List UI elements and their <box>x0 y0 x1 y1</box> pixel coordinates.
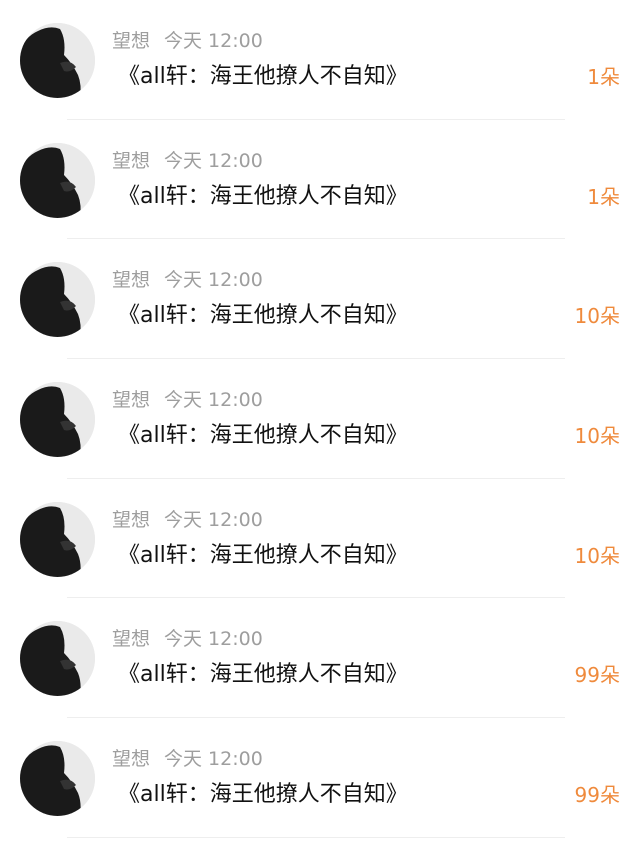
flower-count: 99朵 <box>574 663 620 688</box>
message-meta: 望想 今天 12:00 <box>112 508 263 532</box>
avatar[interactable] <box>20 621 95 697</box>
sender-name[interactable]: 望想 <box>112 389 150 411</box>
message-text: 《all轩：海王他撩人不自知》 <box>118 423 408 449</box>
message-time: 今天 12:00 <box>164 748 263 771</box>
flower-count: 99朵 <box>574 783 620 808</box>
avatar[interactable] <box>20 142 95 218</box>
message-text: 《all轩：海王他撩人不自知》 <box>118 64 408 89</box>
flower-count: 1朵 <box>587 184 620 209</box>
dark-silhouette-avatar-icon <box>20 142 95 218</box>
message-text: 《all轩：海王他撩人不自知》 <box>118 303 408 329</box>
message-meta: 望想 今天 12:00 <box>112 268 263 292</box>
message-item[interactable]: 望想 今天 12:00 《all轩：海王他撩人不自知》 99朵 <box>0 718 640 838</box>
avatar[interactable] <box>20 23 95 98</box>
sender-name[interactable]: 望想 <box>112 30 150 52</box>
message-text: 《all轩：海王他撩人不自知》 <box>118 542 408 568</box>
dark-silhouette-avatar-icon <box>20 621 95 697</box>
message-item[interactable]: 望想 今天 12:00 《all轩：海王他撩人不自知》 1朵 <box>0 0 640 120</box>
message-item[interactable]: 望想 今天 12:00 《all轩：海王他撩人不自知》 10朵 <box>0 359 640 479</box>
message-text: 《all轩：海王他撩人不自知》 <box>118 183 408 209</box>
avatar[interactable] <box>20 262 95 338</box>
flower-count: 10朵 <box>574 424 620 449</box>
flower-count: 10朵 <box>574 543 620 568</box>
message-meta: 望想 今天 12:00 <box>112 627 263 651</box>
sender-name[interactable]: 望想 <box>112 269 150 291</box>
message-meta: 望想 今天 12:00 <box>112 29 263 53</box>
message-text: 《all轩：海王他撩人不自知》 <box>118 662 408 688</box>
message-time: 今天 12:00 <box>164 149 263 172</box>
avatar[interactable] <box>20 741 95 817</box>
message-time: 今天 12:00 <box>164 628 263 651</box>
message-item[interactable]: 望想 今天 12:00 《all轩：海王他撩人不自知》 10朵 <box>0 239 640 360</box>
message-time: 今天 12:00 <box>164 30 263 52</box>
flower-count: 1朵 <box>587 65 620 89</box>
dark-silhouette-avatar-icon <box>20 262 95 338</box>
sender-name[interactable]: 望想 <box>112 748 150 770</box>
sender-name[interactable]: 望想 <box>112 509 150 531</box>
avatar[interactable] <box>20 501 95 577</box>
dark-silhouette-avatar-icon <box>20 382 95 458</box>
message-time: 今天 12:00 <box>164 508 263 531</box>
sender-name[interactable]: 望想 <box>112 150 150 172</box>
message-meta: 望想 今天 12:00 <box>112 388 263 412</box>
avatar[interactable] <box>20 382 95 458</box>
flower-count: 10朵 <box>574 304 620 329</box>
message-time: 今天 12:00 <box>164 389 263 412</box>
dark-silhouette-avatar-icon <box>20 23 95 98</box>
dark-silhouette-avatar-icon <box>20 501 95 577</box>
divider <box>67 836 565 838</box>
message-item[interactable]: 望想 今天 12:00 《all轩：海王他撩人不自知》 1朵 <box>0 120 640 240</box>
message-time: 今天 12:00 <box>164 269 263 292</box>
message-meta: 望想 今天 12:00 <box>112 747 263 771</box>
message-item[interactable]: 望想 今天 12:00 《all轩：海王他撩人不自知》 10朵 <box>0 479 640 599</box>
message-meta: 望想 今天 12:00 <box>112 149 263 173</box>
message-text: 《all轩：海王他撩人不自知》 <box>118 782 408 808</box>
sender-name[interactable]: 望想 <box>112 628 150 650</box>
dark-silhouette-avatar-icon <box>20 741 95 817</box>
message-list: 望想 今天 12:00 《all轩：海王他撩人不自知》 1朵 望想 今天 12:00… <box>0 0 640 838</box>
message-item[interactable]: 望想 今天 12:00 《all轩：海王他撩人不自知》 99朵 <box>0 598 640 719</box>
